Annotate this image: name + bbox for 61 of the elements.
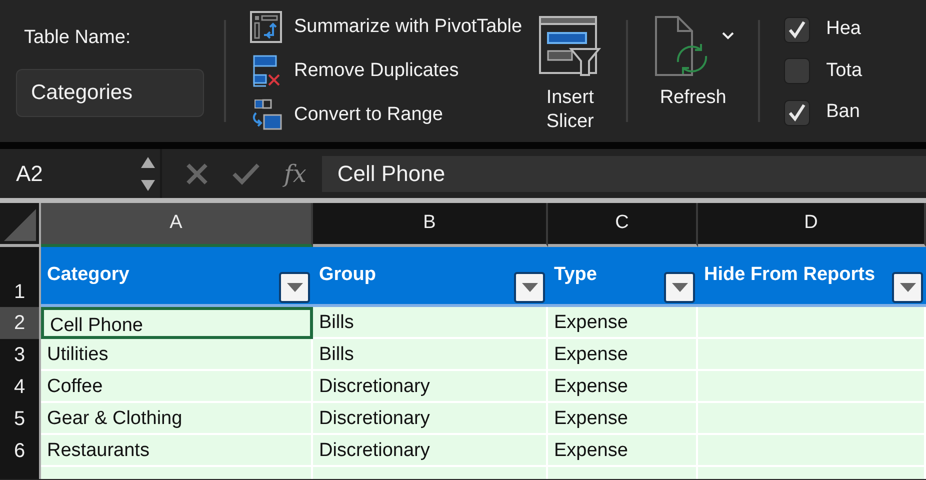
row-header[interactable]: 5	[0, 403, 41, 435]
dropdown-arrow-icon	[286, 283, 302, 292]
dedupe-button[interactable]: Remove Duplicates	[250, 53, 522, 89]
slicer-icon	[539, 16, 602, 78]
header-cell-text: Hide From Reports	[704, 263, 876, 288]
name-box[interactable]: A2	[16, 157, 43, 190]
column-header[interactable]: B	[313, 203, 548, 247]
pivot-button[interactable]: Summarize with PivotTable	[250, 9, 522, 45]
checkbox[interactable]	[784, 58, 810, 84]
function-label[interactable]: fx	[284, 156, 306, 192]
column-header[interactable]: C	[548, 203, 698, 247]
spinner-icon[interactable]	[140, 154, 156, 192]
checkbox-label: Ban	[826, 100, 860, 124]
filter-button[interactable]	[514, 272, 545, 303]
table-cell: Discretionary	[313, 435, 548, 467]
dropdown-arrow-icon	[672, 283, 688, 292]
row-header[interactable]: 4	[0, 371, 41, 403]
caret-icon	[722, 32, 734, 40]
checkbox[interactable]	[784, 16, 810, 42]
table-cell: Bills	[313, 307, 548, 339]
table-name-field[interactable]: Categories	[16, 68, 204, 116]
table-cell: Restaurants	[41, 435, 313, 467]
header-cell-text: Type	[554, 263, 597, 288]
check-icon[interactable]	[232, 162, 260, 184]
filter-button[interactable]	[664, 272, 695, 303]
table-cell: Discretionary	[313, 403, 548, 435]
filter-button[interactable]	[279, 272, 310, 303]
row-header[interactable]: 2	[0, 307, 41, 339]
checkbox-label: Tota	[826, 58, 862, 83]
convert-range-icon	[250, 99, 282, 131]
column-header[interactable]: D	[698, 203, 926, 247]
pivot-table-icon	[250, 11, 282, 43]
formula-field[interactable]: Cell Phone	[322, 156, 926, 192]
column-header[interactable]: A	[41, 203, 313, 247]
header-cell-text: Category	[47, 263, 130, 288]
convert-button[interactable]: Convert to Range	[250, 97, 522, 133]
header-cell-text: Group	[319, 263, 376, 288]
table-cell: Coffee	[41, 371, 313, 403]
cancel-icon[interactable]	[186, 162, 208, 184]
checkbox[interactable]	[784, 100, 810, 126]
refresh-button[interactable]: Refresh	[652, 16, 734, 142]
table-cell: Discretionary	[313, 371, 548, 403]
table-cell: Expense	[548, 371, 698, 403]
row-header[interactable]	[0, 467, 41, 479]
table-cell: Expense	[548, 435, 698, 467]
active-cell[interactable]: Cell Phone	[41, 307, 313, 339]
dropdown-arrow-icon	[900, 283, 916, 292]
table-cell: Expense	[548, 403, 698, 435]
table-cell: Expense	[548, 307, 698, 339]
table-cell: Bills	[313, 339, 548, 371]
row-header[interactable]: 3	[0, 339, 41, 371]
table-cell: Gear & Clothing	[41, 403, 313, 435]
dropdown-arrow-icon	[522, 283, 538, 292]
table-name-label: Table Name:	[24, 26, 132, 50]
row-header[interactable]: 6	[0, 435, 41, 467]
checkbox-label: Hea	[826, 17, 861, 42]
insert-slicer-button[interactable]: Insert Slicer	[538, 16, 602, 142]
table-cell: Utilities	[41, 339, 313, 371]
filter-button[interactable]	[892, 272, 923, 303]
table-cell: Expense	[548, 339, 698, 371]
row-header[interactable]: 1	[0, 247, 41, 307]
